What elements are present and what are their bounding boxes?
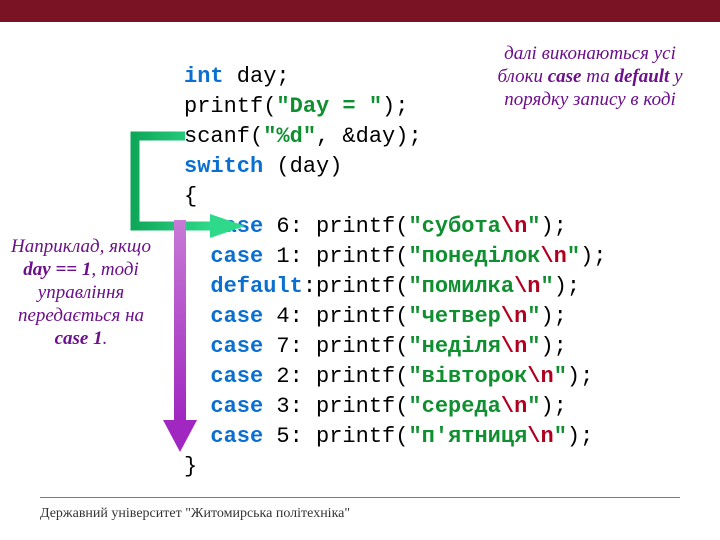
txt: 2: printf( — [263, 364, 408, 389]
txt: ); — [554, 274, 580, 299]
esc: \n — [527, 364, 553, 389]
str: "субота — [408, 214, 500, 239]
txt: ); — [567, 364, 593, 389]
txt: printf( — [184, 94, 276, 119]
txt: ); — [567, 424, 593, 449]
footer-text: Державний університет "Житомирська політ… — [40, 506, 350, 522]
note-text: . — [103, 328, 108, 349]
note-text: Наприклад, якщо — [11, 236, 151, 257]
txt: 4: printf( — [263, 304, 408, 329]
txt: :printf( — [303, 274, 409, 299]
str: " — [527, 304, 540, 329]
esc: \n — [527, 424, 553, 449]
str: "%d" — [263, 124, 316, 149]
kw-int: int — [184, 64, 224, 89]
str: "п'ятниця — [408, 424, 527, 449]
str: " — [554, 364, 567, 389]
note-text: та — [581, 66, 614, 87]
str: " — [540, 274, 553, 299]
txt: day; — [224, 64, 290, 89]
annotation-left: Наприклад, якщо day == 1, тоді управлінн… — [6, 235, 156, 350]
footer-divider — [40, 497, 680, 498]
esc: \n — [501, 394, 527, 419]
str: " — [527, 334, 540, 359]
brace: } — [184, 454, 197, 479]
txt: ); — [540, 214, 566, 239]
txt: ); — [382, 94, 408, 119]
str: "Day = " — [276, 94, 382, 119]
note-bold: default — [614, 66, 669, 87]
note-bold: case 1 — [55, 328, 103, 349]
esc: \n — [514, 274, 540, 299]
txt: 1: printf( — [263, 244, 408, 269]
esc: \n — [501, 214, 527, 239]
txt: (day) — [263, 154, 342, 179]
txt: 3: printf( — [263, 394, 408, 419]
esc: \n — [501, 334, 527, 359]
esc: \n — [501, 304, 527, 329]
str: "середа — [408, 394, 500, 419]
str: "неділя — [408, 334, 500, 359]
str: "четвер — [408, 304, 500, 329]
txt: , &day); — [316, 124, 422, 149]
txt: ); — [540, 394, 566, 419]
txt: 7: printf( — [263, 334, 408, 359]
str: "помилка — [408, 274, 514, 299]
esc: \n — [540, 244, 566, 269]
txt: 5: printf( — [263, 424, 408, 449]
note-bold: case — [548, 66, 582, 87]
str: "понеділок — [408, 244, 540, 269]
txt: ); — [540, 304, 566, 329]
str: " — [567, 244, 580, 269]
note-bold: day == 1 — [23, 259, 91, 280]
str: " — [554, 424, 567, 449]
annotation-right: далі виконаються усі блоки case та defau… — [490, 42, 690, 111]
str: " — [527, 214, 540, 239]
txt: ); — [580, 244, 606, 269]
title-bar — [0, 0, 720, 22]
txt: 6: printf( — [263, 214, 408, 239]
arrow-purple — [155, 220, 205, 455]
str: " — [527, 394, 540, 419]
str: "вівторок — [408, 364, 527, 389]
txt: ); — [540, 334, 566, 359]
